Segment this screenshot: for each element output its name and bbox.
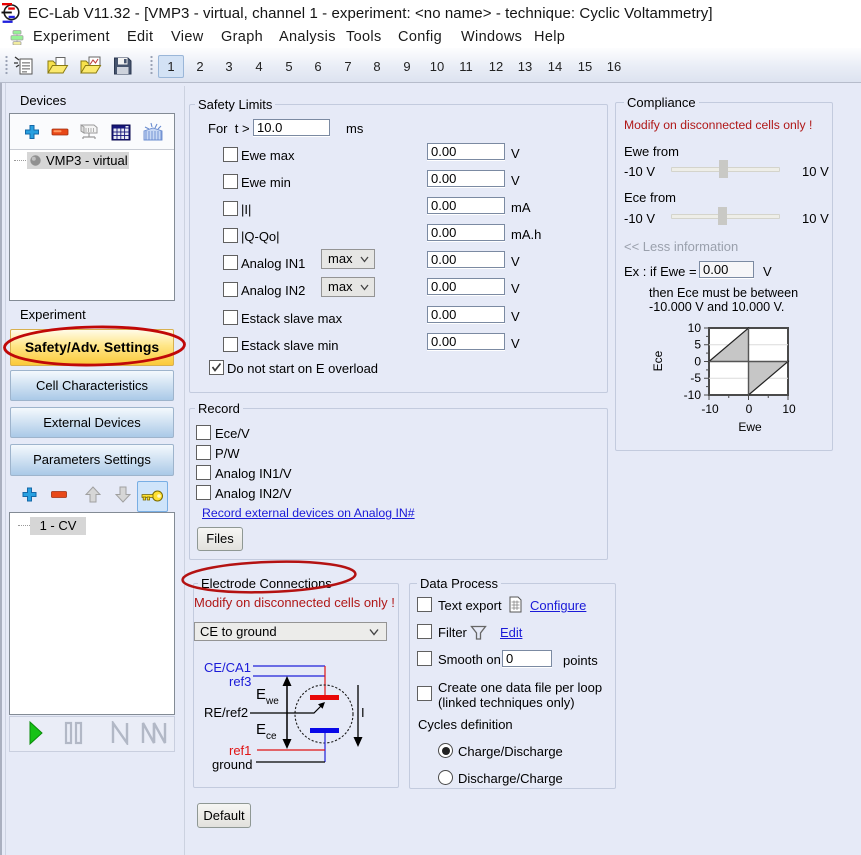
svg-text:-5: -5 <box>690 371 701 385</box>
svg-text:E: E <box>256 686 266 703</box>
svg-text:Ece: Ece <box>651 350 665 371</box>
svg-text:10: 10 <box>688 321 702 335</box>
svg-text:Ewe: Ewe <box>738 420 762 434</box>
svg-text:I: I <box>361 705 365 720</box>
svg-text:ce: ce <box>266 731 277 742</box>
svg-text:RE/ref2: RE/ref2 <box>204 705 248 720</box>
svg-text:ref3: ref3 <box>229 674 251 689</box>
svg-text:0: 0 <box>746 402 753 416</box>
svg-text:E: E <box>256 721 266 738</box>
svg-text:0: 0 <box>694 355 701 369</box>
svg-text:-10: -10 <box>701 402 719 416</box>
svg-text:CE/CA1: CE/CA1 <box>204 660 251 675</box>
svg-text:5: 5 <box>694 338 701 352</box>
svg-text:10: 10 <box>782 402 796 416</box>
svg-text:-10: -10 <box>684 388 702 402</box>
svg-text:ground: ground <box>212 757 252 772</box>
svg-text:we: we <box>265 696 279 707</box>
svg-text:ref1: ref1 <box>229 743 251 758</box>
